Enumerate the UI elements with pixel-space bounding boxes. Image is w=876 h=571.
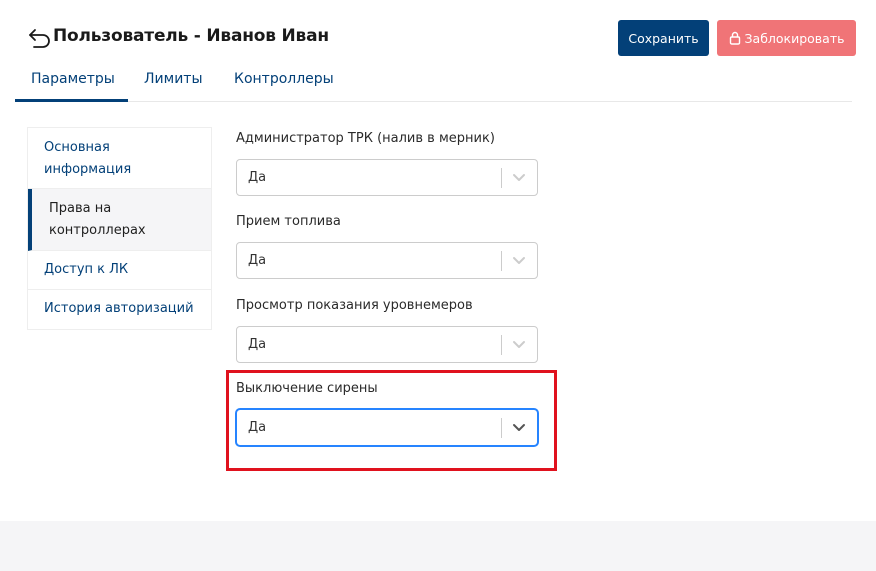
lock-icon <box>729 31 740 45</box>
field-siren-off: Выключение сирены Да <box>236 381 538 446</box>
tab-limits[interactable]: Лимиты <box>144 71 203 102</box>
page-header: Пользователь - Иванов Иван Сохранить Заб… <box>28 20 856 60</box>
select-value: Да <box>248 420 267 435</box>
sidebar-item-controller-rights[interactable]: Права на контроллерах <box>28 189 211 251</box>
chevron-down-icon[interactable] <box>509 420 529 436</box>
block-button-label: Заблокировать <box>744 30 845 46</box>
side-nav: Основная информация Права на контроллера… <box>27 127 212 330</box>
fuel-reception-select[interactable]: Да <box>236 242 538 279</box>
tab-controllers[interactable]: Контроллеры <box>234 71 334 102</box>
field-level-gauges: Просмотр показания уровнемеров Да <box>236 298 538 363</box>
select-separator <box>501 335 502 355</box>
select-value: Да <box>248 337 267 352</box>
select-value: Да <box>248 170 267 185</box>
select-separator <box>501 251 502 271</box>
page-card: Пользователь - Иванов Иван Сохранить Заб… <box>0 0 876 521</box>
trk-admin-select[interactable]: Да <box>236 159 538 196</box>
field-fuel-reception: Прием топлива Да <box>236 214 538 279</box>
tab-bar: Параметры Лимиты Контроллеры <box>15 66 852 102</box>
chevron-down-icon[interactable] <box>509 253 529 269</box>
save-button[interactable]: Сохранить <box>618 20 709 56</box>
field-label: Выключение сирены <box>236 381 378 396</box>
select-separator <box>501 418 502 438</box>
field-label: Прием топлива <box>236 214 341 229</box>
sidebar-item-auth-history[interactable]: История авторизаций <box>28 290 211 329</box>
siren-off-select[interactable]: Да <box>236 409 538 446</box>
field-trk-admin: Администратор ТРК (налив в мерник) Да <box>236 131 538 196</box>
sidebar-item-lk-access[interactable]: Доступ к ЛК <box>28 251 211 290</box>
sidebar-item-main-info[interactable]: Основная информация <box>28 128 211 189</box>
select-value: Да <box>248 253 267 268</box>
back-arrow-icon[interactable] <box>28 27 52 49</box>
chevron-down-icon[interactable] <box>509 337 529 353</box>
page-title: Пользователь - Иванов Иван <box>53 26 329 46</box>
field-label: Просмотр показания уровнемеров <box>236 298 473 313</box>
chevron-down-icon[interactable] <box>509 170 529 186</box>
block-user-button[interactable]: Заблокировать <box>717 20 856 56</box>
level-gauges-select[interactable]: Да <box>236 326 538 363</box>
tab-parameters[interactable]: Параметры <box>15 71 128 102</box>
field-label: Администратор ТРК (налив в мерник) <box>236 131 495 146</box>
select-separator <box>501 168 502 188</box>
